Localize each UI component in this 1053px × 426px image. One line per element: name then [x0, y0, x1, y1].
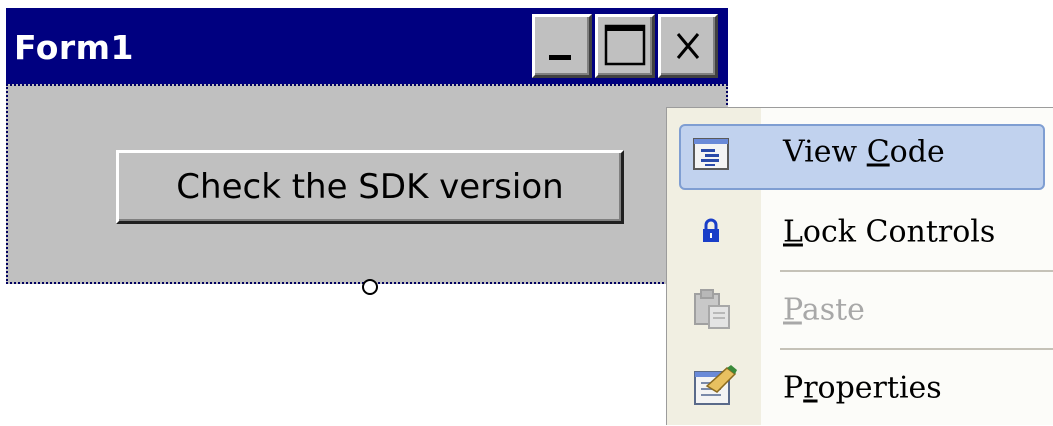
check-sdk-version-button[interactable]: Check the SDK version: [116, 150, 624, 224]
menu-item-properties[interactable]: Properties: [667, 350, 1053, 426]
minimize-icon: [549, 55, 571, 60]
paste-icon: [693, 288, 733, 335]
properties-icon: [693, 364, 739, 413]
lock-icon: [701, 218, 721, 249]
menu-item-view-code[interactable]: View Code: [667, 114, 1053, 190]
menu-item-lock-controls[interactable]: Lock Controls: [667, 194, 1053, 270]
menu-item-label: Properties: [783, 370, 942, 406]
window-title: Form1: [14, 28, 134, 67]
form-window: Form1 Check the SDK version: [6, 8, 728, 295]
close-icon: [676, 33, 700, 59]
close-button[interactable]: [658, 14, 718, 78]
title-bar[interactable]: Form1: [6, 8, 728, 84]
context-menu: View Code Lock Controls Paste Properties: [666, 107, 1053, 425]
menu-item-label: Paste: [783, 292, 865, 328]
menu-item-label: Lock Controls: [783, 214, 996, 250]
view-code-icon: [693, 138, 729, 175]
maximize-icon: [604, 24, 646, 66]
minimize-button[interactable]: [532, 14, 592, 78]
menu-item-label: View Code: [783, 134, 945, 170]
resize-handle[interactable]: [362, 279, 378, 295]
form-client-area[interactable]: Check the SDK version: [6, 84, 728, 284]
maximize-button[interactable]: [595, 14, 655, 78]
menu-item-paste[interactable]: Paste: [667, 272, 1053, 348]
